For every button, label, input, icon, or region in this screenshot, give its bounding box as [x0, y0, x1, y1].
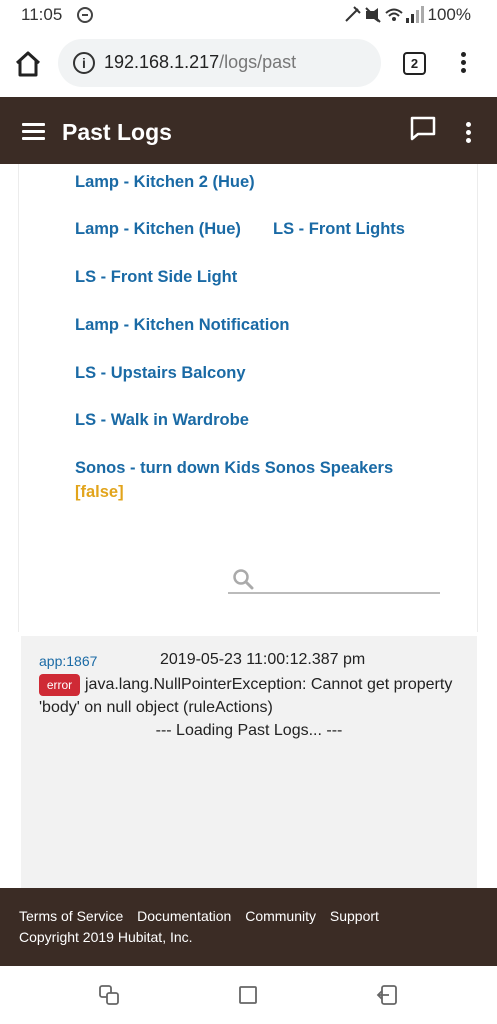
dnd-icon [77, 7, 93, 23]
device-link[interactable]: Lamp - Kitchen 2 (Hue) [75, 173, 255, 192]
home-square-icon[interactable] [237, 984, 259, 1006]
loading-status: --- Loading Past Logs... --- [155, 722, 343, 739]
status-time: 11:05 [21, 5, 63, 24]
status-icons [345, 6, 424, 23]
false-tag: [false] [75, 483, 124, 501]
site-footer: Terms of Service Documentation Community… [0, 888, 497, 966]
device-link[interactable]: Sonos - turn down Kids Sonos Speakers [75, 459, 393, 478]
error-badge: error [39, 674, 80, 696]
back-icon[interactable] [376, 984, 398, 1006]
log-timestamp: 2019-05-23 11:00:12.387 pm [160, 651, 366, 668]
tab-switcher-button[interactable]: 2 [403, 52, 426, 75]
more-vert-icon[interactable] [466, 122, 472, 144]
footer-link-support[interactable]: Support [330, 908, 379, 924]
more-vert-icon[interactable] [461, 52, 467, 74]
device-link[interactable]: LS - Front Lights [273, 220, 405, 239]
log-app-link[interactable]: app:1867 [39, 653, 97, 669]
chat-icon[interactable] [409, 115, 437, 141]
search-input[interactable] [228, 566, 440, 594]
info-icon[interactable] [73, 52, 95, 74]
app-header: Past Logs [0, 97, 497, 164]
device-link[interactable]: Lamp - Kitchen Notification [75, 316, 290, 335]
system-nav-bar [0, 966, 497, 1024]
status-bar: 11:05 100% [0, 0, 497, 30]
device-link[interactable]: LS - Front Side Light [75, 268, 237, 287]
url-text[interactable]: 192.168.1.217/logs/past [104, 52, 296, 73]
page-title: Past Logs [62, 119, 172, 145]
log-panel: app:1867 2019-05-23 11:00:12.387 pm java… [21, 636, 477, 888]
battery-level: 100% [427, 5, 471, 24]
recents-icon[interactable] [98, 984, 120, 1006]
footer-link-documentation[interactable]: Documentation [137, 908, 231, 924]
search-icon [233, 569, 254, 590]
footer-link-community[interactable]: Community [245, 908, 316, 924]
device-link[interactable]: LS - Upstairs Balcony [75, 364, 246, 383]
footer-link-terms[interactable]: Terms of Service [19, 908, 123, 924]
footer-links: Terms of Service Documentation Community… [19, 908, 389, 924]
device-link[interactable]: Lamp - Kitchen (Hue) [75, 220, 241, 239]
device-link[interactable]: LS - Walk in Wardrobe [75, 411, 249, 430]
log-message: java.lang.NullPointerException: Cannot g… [39, 676, 453, 716]
copyright: Copyright 2019 Hubitat, Inc. [19, 929, 193, 945]
menu-icon[interactable] [22, 123, 45, 140]
address-bar[interactable]: 192.168.1.217/logs/past [58, 39, 381, 87]
browser-toolbar: 192.168.1.217/logs/past 2 [0, 30, 497, 97]
home-icon[interactable] [12, 48, 44, 80]
